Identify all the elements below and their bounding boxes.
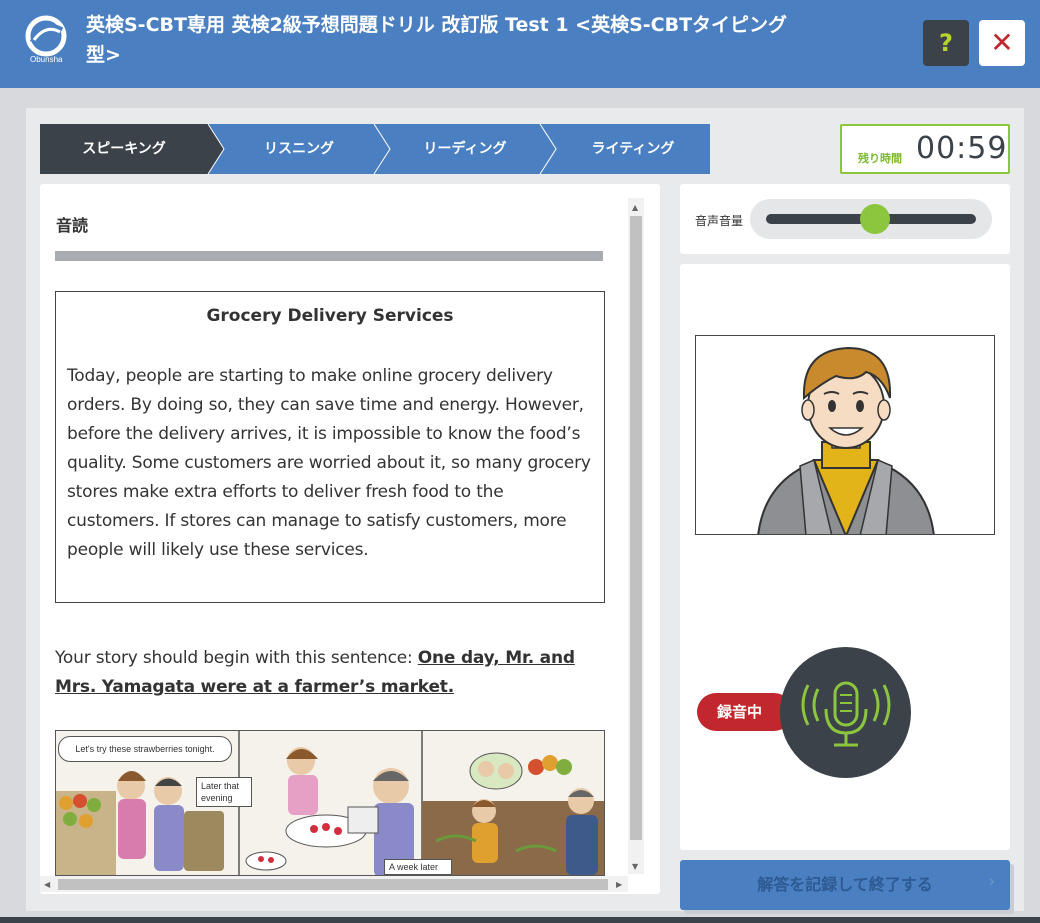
scroll-down-icon[interactable]: ▼ bbox=[632, 862, 638, 871]
examiner-avatar bbox=[695, 335, 995, 535]
tab-reading[interactable]: リーディング bbox=[390, 124, 540, 174]
timer-label: 残り時間 bbox=[858, 152, 902, 165]
scroll-right-icon[interactable]: ▶ bbox=[616, 880, 622, 889]
volume-label: 音声音量 bbox=[695, 214, 744, 228]
passage-body: Today, people are starting to make onlin… bbox=[67, 366, 591, 560]
instruction-prefix: Your story should begin with this senten… bbox=[55, 648, 418, 668]
scroll-up-icon[interactable]: ▲ bbox=[632, 203, 638, 212]
timer-value: 00:59 bbox=[916, 131, 1008, 166]
help-button[interactable]: ? bbox=[923, 20, 969, 66]
tab-speaking[interactable]: スピーキング bbox=[40, 124, 208, 174]
timer: 残り時間 00:59 bbox=[840, 124, 1010, 174]
reading-passage: Grocery Delivery Services Today, people … bbox=[55, 291, 605, 603]
scroll-left-icon[interactable]: ◀ bbox=[44, 880, 50, 889]
tab-listening[interactable]: リスニング bbox=[224, 124, 374, 174]
vertical-scroll-thumb[interactable] bbox=[630, 216, 642, 840]
microphone-icon bbox=[801, 681, 891, 747]
recording-badge: 録音中 bbox=[697, 693, 793, 731]
submit-button[interactable]: 解答を記録して終了する bbox=[680, 860, 1010, 910]
section-tabs: スピーキング リスニング リーディング ライティング bbox=[40, 124, 710, 174]
comic-caption-week: A week later bbox=[384, 859, 452, 875]
story-instruction: Your story should begin with this senten… bbox=[55, 644, 615, 702]
logo-text: Obunsha bbox=[30, 55, 63, 64]
app-header: Obunsha 英検S-CBT専用 英検2級予想問題ドリル 改訂版 Test 1… bbox=[0, 0, 1040, 88]
comic-illustration: Let's try these strawberries tonight. La… bbox=[55, 730, 605, 876]
close-button[interactable]: ✕ bbox=[979, 20, 1025, 66]
comic-caption-later: Later that evening bbox=[196, 777, 252, 807]
examiner-illustration bbox=[757, 346, 935, 534]
section-title: 音読 bbox=[56, 216, 89, 235]
tab-writing[interactable]: ライティング bbox=[556, 124, 710, 174]
chevron-right-icon: › bbox=[988, 871, 996, 892]
comic-speech-bubble: Let's try these strawberries tonight. bbox=[58, 736, 232, 762]
volume-slider-knob[interactable] bbox=[860, 204, 891, 234]
page-title: 英検S-CBT専用 英検2級予想問題ドリル 改訂版 Test 1 <英検S-CB… bbox=[86, 14, 788, 66]
bottom-strip bbox=[0, 917, 1040, 923]
section-divider bbox=[55, 251, 603, 261]
passage-title: Grocery Delivery Services bbox=[206, 306, 454, 326]
microphone-button[interactable] bbox=[780, 647, 911, 778]
horizontal-scroll-thumb[interactable] bbox=[58, 879, 608, 890]
